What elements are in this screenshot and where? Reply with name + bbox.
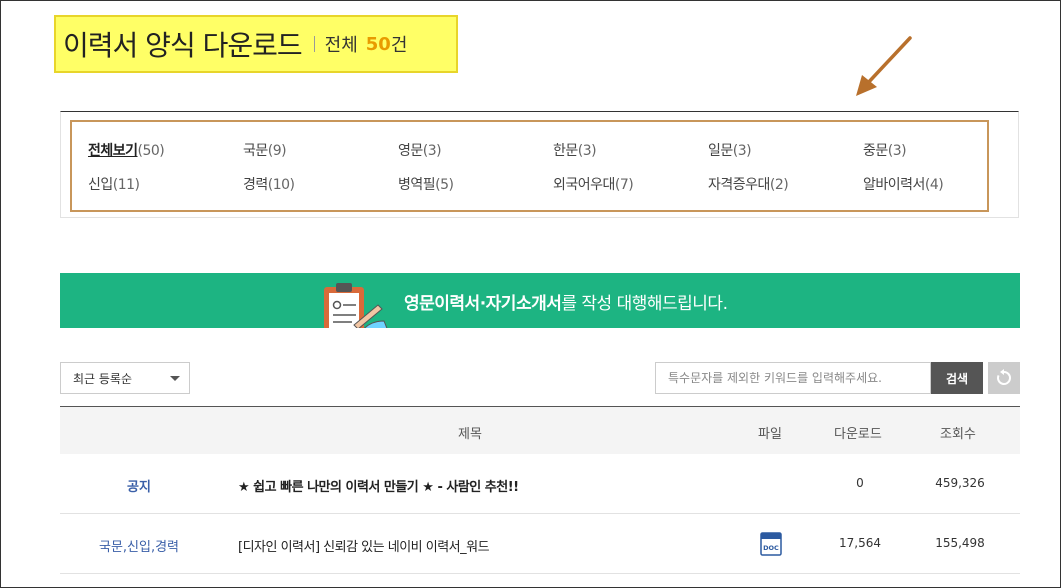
category-highlight-box [70,120,989,212]
annotation-arrow-icon [856,36,912,96]
category-parttime[interactable]: 알바이력서(4) [863,174,944,194]
row-title-link[interactable]: ★ 쉽고 빠른 나만의 이력서 만들기 ★ - 사람인 추천!! [238,476,519,495]
row-downloads: 0 [856,476,864,490]
table-row[interactable]: 공지 ★ 쉽고 빠른 나만의 이력서 만들기 ★ - 사람인 추천!! 0 45… [60,454,1020,514]
sort-select[interactable]: 최근 등록순 [60,362,190,394]
row-downloads: 17,564 [839,536,881,550]
row-views: 459,326 [935,476,985,490]
total-unit: 건 [390,35,408,56]
page-title: 이력서 양식 다운로드 [63,29,303,62]
total-label: 전체 [324,35,358,56]
category-military-done[interactable]: 병역필(5) [398,174,454,194]
category-korean[interactable]: 국문(9) [243,140,287,160]
category-chinese[interactable]: 중문(3) [863,140,907,160]
table-header: 제목 파일 다운로드 조회수 [60,406,1020,454]
banner-highlight: 영문이력서·자기소개서 [404,294,562,314]
row-category: 공지 [127,480,151,495]
category-hanmun[interactable]: 한문(3) [553,140,597,160]
banner-text: 영문이력서·자기소개서를 작성 대행해드립니다. [404,289,728,314]
doc-file-icon[interactable]: DOC [760,532,782,560]
category-japanese[interactable]: 일문(3) [708,140,752,160]
category-license-preferred[interactable]: 자격증우대(2) [708,174,789,194]
chevron-down-icon [170,376,180,381]
category-english[interactable]: 영문(3) [398,140,442,160]
promo-banner[interactable]: 영문이력서·자기소개서를 작성 대행해드립니다. [60,273,1020,328]
banner-rest: 를 작성 대행해드립니다. [561,294,728,314]
row-views: 155,498 [935,536,985,550]
category-all[interactable]: 전체보기(50) [88,140,165,160]
svg-text:DOC: DOC [763,544,779,552]
category-experienced[interactable]: 경력(10) [243,174,295,194]
refresh-icon [997,369,1011,385]
column-downloads: 다운로드 [834,427,882,442]
row-category: 국문,신입,경력 [98,540,180,555]
title-divider [313,36,315,52]
search-input[interactable] [655,362,931,394]
search-button[interactable]: 검색 [931,362,983,394]
table-row[interactable]: 국문,신입,경력 [디자인 이력서] 신뢰감 있는 네이비 이력서_워드 DOC… [60,514,1020,574]
row-title-link[interactable]: [디자인 이력서] 신뢰감 있는 네이비 이력서_워드 [238,536,490,555]
category-language-preferred[interactable]: 외국어우대(7) [553,174,634,194]
category-newcomer[interactable]: 신입(11) [88,174,140,194]
page-title-box: 이력서 양식 다운로드 전체 50 건 [54,15,458,73]
sort-select-value: 최근 등록순 [73,371,133,386]
clipboard-pen-icon [324,283,388,328]
column-file: 파일 [758,427,782,442]
column-views: 조회수 [940,427,976,442]
total-count: 50 [365,33,391,55]
reset-button[interactable] [988,362,1020,394]
column-title: 제목 [458,427,482,442]
